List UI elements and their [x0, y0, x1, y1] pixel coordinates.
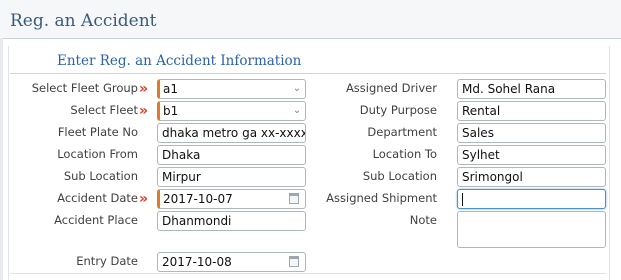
- text-caret: [462, 193, 463, 206]
- note-label: Note: [409, 213, 437, 227]
- accident-date-label: Accident Date: [57, 191, 138, 205]
- page-header: Reg. an Accident: [0, 0, 621, 39]
- fleet-group-select[interactable]: a1 ⌄: [157, 79, 306, 99]
- required-marker: »: [139, 81, 148, 97]
- assigned-shipment-field[interactable]: [457, 189, 606, 209]
- assigned-driver-field[interactable]: Md. Sohel Rana: [457, 79, 606, 99]
- entry-date-value: 2017-10-08: [162, 255, 232, 269]
- location-from-label: Location From: [57, 147, 138, 161]
- fleet-select[interactable]: b1 ⌄: [157, 101, 306, 121]
- plate-no-label: Fleet Plate No: [57, 125, 138, 139]
- chevron-down-icon: ⌄: [292, 105, 302, 116]
- fleet-group-value: a1: [163, 82, 178, 96]
- required-marker: »: [139, 103, 148, 119]
- plate-no-field[interactable]: dhaka metro ga xx-xxxx: [157, 123, 306, 143]
- location-to-label: Location To: [372, 147, 437, 161]
- note-textarea[interactable]: [457, 211, 606, 248]
- page-title: Reg. an Accident: [10, 11, 157, 31]
- duty-purpose-field[interactable]: Rental: [457, 101, 606, 121]
- fleet-value: b1: [163, 104, 179, 118]
- accident-place-field[interactable]: Dhanmondi: [157, 211, 306, 231]
- sub-location-to-field[interactable]: Srimongol: [457, 167, 606, 187]
- department-field[interactable]: Sales: [457, 123, 606, 143]
- location-from-field[interactable]: Dhaka: [157, 145, 306, 165]
- section-divider: [10, 73, 606, 74]
- sub-location-to-label: Sub Location: [362, 169, 437, 183]
- accident-date-field[interactable]: 2017-10-07: [157, 189, 306, 209]
- chevron-down-icon: ⌄: [292, 83, 302, 94]
- duty-purpose-label: Duty Purpose: [359, 103, 437, 117]
- department-label: Department: [367, 125, 437, 139]
- assigned-driver-label: Assigned Driver: [345, 81, 437, 95]
- entry-date-label: Entry Date: [76, 254, 138, 268]
- sub-location-from-label: Sub Location: [63, 169, 138, 183]
- left-edge: [0, 38, 3, 280]
- sub-location-from-field[interactable]: Mirpur: [157, 167, 306, 187]
- assigned-shipment-label: Assigned Shipment: [326, 191, 437, 205]
- entry-date-field[interactable]: 2017-10-08: [157, 252, 306, 272]
- calendar-icon[interactable]: [289, 193, 299, 204]
- calendar-icon[interactable]: [289, 256, 299, 267]
- fleet-group-label: Select Fleet Group: [31, 81, 138, 95]
- accident-date-value: 2017-10-07: [163, 192, 233, 206]
- required-marker: »: [139, 191, 148, 207]
- location-to-field[interactable]: Sylhet: [457, 145, 606, 165]
- bottom-divider: [10, 273, 606, 274]
- fleet-label: Select Fleet: [70, 103, 138, 117]
- section-title: Enter Reg. an Accident Information: [57, 53, 302, 69]
- accident-place-label: Accident Place: [54, 213, 138, 227]
